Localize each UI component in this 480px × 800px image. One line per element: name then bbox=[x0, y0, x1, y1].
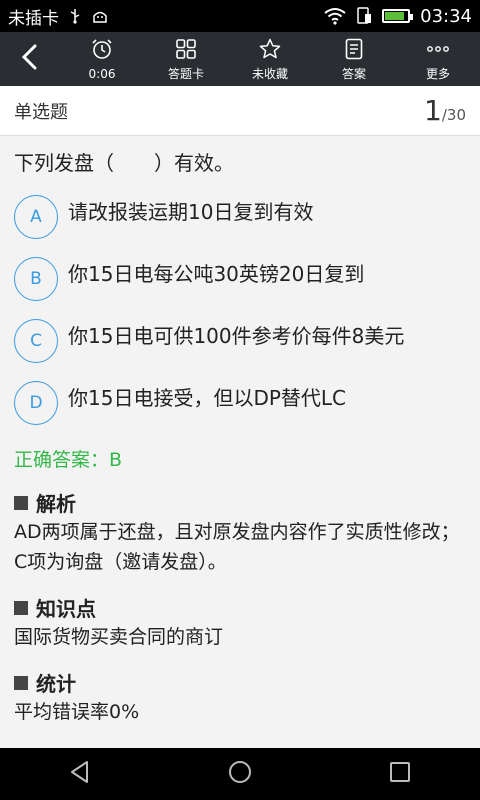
alarm-clock-icon bbox=[90, 37, 114, 65]
option-c-text: 你15日电可供100件参考价每件8美元 bbox=[68, 324, 405, 348]
stats-body: 平均错误率0% bbox=[14, 701, 140, 723]
timer-button[interactable]: 0:06 bbox=[60, 32, 144, 86]
nav-back-button[interactable] bbox=[50, 748, 110, 800]
answer-button[interactable]: 答案 bbox=[312, 32, 396, 86]
question-header: 单选题 1 /30 bbox=[0, 86, 480, 136]
question-type: 单选题 bbox=[14, 101, 68, 123]
favorite-button[interactable]: 未收藏 bbox=[228, 32, 312, 86]
more-dots-icon bbox=[426, 37, 450, 65]
question-content: 下列发盘（ ）有效。 A 请改报装运期10日复到有效 B 你15日电每公吨30英… bbox=[0, 137, 480, 748]
battery-icon bbox=[382, 9, 414, 23]
option-c-letter: C bbox=[14, 319, 58, 363]
answer-sheet-label: 答题卡 bbox=[167, 67, 204, 81]
clock-time: 03:34 bbox=[420, 5, 472, 27]
analysis-title-text: 解析 bbox=[36, 492, 76, 516]
timer-label: 0:06 bbox=[88, 67, 116, 81]
answer-sheet-button[interactable]: 答题卡 bbox=[144, 32, 228, 86]
knowledge-body: 国际货物买卖合同的商订 bbox=[14, 626, 224, 648]
question-counter: 1 /30 bbox=[424, 94, 466, 127]
wifi-icon bbox=[324, 7, 346, 25]
stats-title: 统计 bbox=[14, 668, 466, 697]
triangle-back-icon bbox=[67, 759, 93, 789]
option-a[interactable]: A 请改报装运期10日复到有效 bbox=[14, 191, 466, 239]
square-bullet-icon bbox=[14, 600, 28, 615]
square-bullet-icon bbox=[14, 495, 28, 510]
more-label: 更多 bbox=[425, 67, 450, 81]
document-icon bbox=[342, 37, 366, 65]
android-debug-icon bbox=[91, 8, 109, 24]
square-recents-icon bbox=[387, 759, 413, 789]
grid-icon bbox=[174, 37, 198, 65]
option-c[interactable]: C 你15日电可供100件参考价每件8美元 bbox=[14, 315, 466, 363]
knowledge-title: 知识点 bbox=[14, 593, 466, 622]
option-b-letter: B bbox=[14, 257, 58, 301]
knowledge-title-text: 知识点 bbox=[36, 597, 96, 621]
square-bullet-icon bbox=[14, 675, 28, 690]
answer-label: 答案 bbox=[341, 67, 366, 81]
circle-home-icon bbox=[227, 759, 253, 789]
option-b-text: 你15日电每公吨30英镑20日复到 bbox=[68, 262, 365, 286]
back-button[interactable] bbox=[0, 32, 60, 86]
analysis-title: 解析 bbox=[14, 488, 466, 517]
question-text: 下列发盘（ ）有效。 bbox=[14, 151, 234, 175]
option-d-letter: D bbox=[14, 381, 58, 425]
analysis-body: AD两项属于还盘，且对原发盘内容作了实质性修改；C项为询盘（邀请发盘）。 bbox=[14, 521, 460, 573]
option-a-text: 请改报装运期10日复到有效 bbox=[68, 200, 314, 224]
star-icon bbox=[258, 37, 282, 65]
nav-home-button[interactable] bbox=[210, 748, 270, 800]
correct-answer: 正确答案：B bbox=[14, 449, 123, 471]
chevron-left-icon bbox=[20, 44, 40, 74]
option-d-text: 你15日电接受，但以DP替代LC bbox=[68, 386, 347, 410]
stats-title-text: 统计 bbox=[36, 672, 76, 696]
status-bar: 未插卡 03:34 bbox=[0, 0, 480, 32]
carrier-label: 未插卡 bbox=[8, 8, 59, 29]
option-b[interactable]: B 你15日电每公吨30英镑20日复到 bbox=[14, 253, 466, 301]
more-button[interactable]: 更多 bbox=[396, 32, 480, 86]
usb-icon bbox=[69, 8, 81, 24]
option-d[interactable]: D 你15日电接受，但以DP替代LC bbox=[14, 377, 466, 425]
favorite-label: 未收藏 bbox=[251, 67, 288, 81]
current-question-number: 1 bbox=[424, 94, 442, 127]
total-questions: /30 bbox=[441, 106, 466, 124]
sim-icon bbox=[356, 7, 372, 25]
nav-recents-button[interactable] bbox=[370, 748, 430, 800]
option-a-letter: A bbox=[14, 195, 58, 239]
system-nav-bar bbox=[0, 748, 480, 800]
top-toolbar: 0:06 答题卡 未收藏 答案 更多 bbox=[0, 32, 480, 86]
